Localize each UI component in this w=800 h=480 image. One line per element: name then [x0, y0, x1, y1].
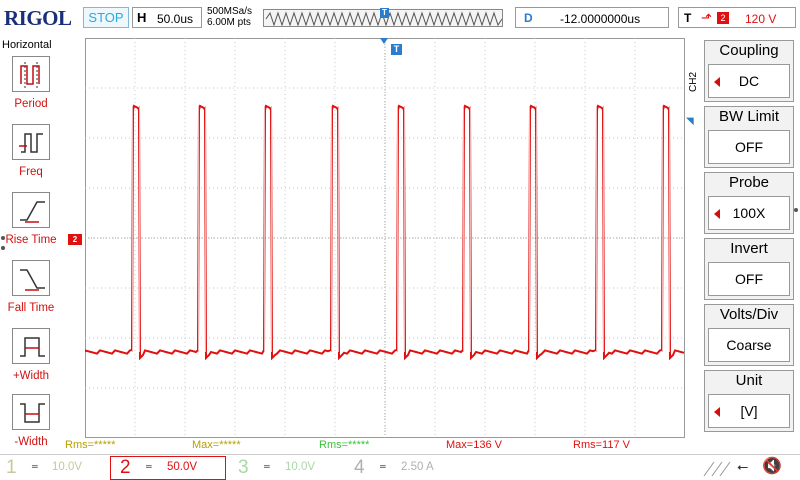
measure-frequency[interactable]: Freq: [0, 124, 62, 190]
trigger-label: T: [684, 11, 692, 25]
probe-softkey[interactable]: Probe 100X: [704, 172, 794, 234]
channel-1-number: 1: [6, 457, 17, 478]
rise-time-icon: [12, 192, 50, 228]
fall-time-icon: [12, 260, 50, 296]
dc-coupling-icon: ═: [380, 462, 386, 471]
memory-depth: 6.00M pts: [207, 17, 251, 28]
measurement-max-ch1: Max=*****: [192, 439, 241, 451]
coupling-softkey[interactable]: Coupling DC: [704, 40, 794, 102]
page-dot: [794, 208, 798, 212]
bw-limit-title: BW Limit: [719, 108, 779, 125]
select-arrow-icon: [714, 209, 720, 219]
usb-icon: ⭠: [737, 458, 749, 474]
channel-4-scale: 2.50 A: [401, 461, 434, 473]
measurement-rms-ch1: Rms=*****: [65, 439, 116, 451]
channel-2-status[interactable]: 2 ═ 50.0V: [120, 457, 224, 479]
volts-div-title: Volts/Div: [719, 306, 779, 323]
dc-coupling-icon: ═: [264, 462, 270, 471]
volts-div-softkey[interactable]: Volts/Div Coarse: [704, 304, 794, 366]
delay-box[interactable]: D -12.0000000us: [515, 7, 669, 28]
channel-1-status[interactable]: 1 ═ 10.0V: [6, 457, 106, 479]
brand-logo: RIGOL: [4, 6, 72, 30]
measurement-rms-ch2: Rms=117 V: [573, 439, 630, 451]
positive-width-label: +Width: [12, 370, 50, 382]
run-stop-indicator[interactable]: STOP: [83, 7, 129, 28]
measure-negative-width[interactable]: -Width: [0, 394, 62, 460]
volts-div-value: Coarse: [708, 328, 790, 362]
frequency-icon: [12, 124, 50, 160]
period-icon: [12, 56, 50, 92]
fall-time-label: Fall Time: [7, 302, 55, 314]
channel-4-number: 4: [354, 457, 365, 478]
unit-title: Unit: [735, 372, 763, 389]
timebase-value: 50.0us: [157, 12, 194, 26]
trigger-box[interactable]: T ⬏ 2 120 V: [678, 7, 796, 28]
ch2-offset-marker[interactable]: 2: [68, 234, 82, 245]
channel-2-scale: 50.0V: [167, 461, 198, 473]
page-dot: [1, 246, 5, 250]
bw-limit-value: OFF: [708, 130, 790, 164]
invert-value: OFF: [708, 262, 790, 296]
probe-value: 100X: [708, 196, 790, 230]
channel-tag: CH2: [688, 71, 699, 92]
menu-title: Horizontal: [2, 39, 52, 51]
memory-trigger-marker: T: [380, 8, 389, 18]
dc-coupling-icon: ═: [32, 462, 38, 471]
measure-positive-width[interactable]: +Width: [0, 328, 62, 394]
channel-4-status[interactable]: 4 ═ 2.50 A: [354, 457, 454, 479]
negative-width-icon: [12, 394, 50, 430]
positive-width-icon: [12, 328, 50, 364]
measure-fall-time[interactable]: Fall Time: [0, 260, 62, 326]
trigger-position-marker: T: [391, 44, 402, 55]
period-label: Period: [14, 98, 48, 110]
select-arrow-icon: [714, 407, 720, 417]
channel-status-bar: 1 ═ 10.0V 2 ═ 50.0V 3 ═ 10.0V 4 ═ 2.50 A: [0, 454, 800, 480]
frequency-label: Freq: [19, 166, 43, 178]
trigger-level-pointer: ◥: [686, 116, 694, 127]
top-status-bar: RIGOL STOP H 50.0us 500MSa/s 6.00M pts T…: [0, 0, 800, 36]
delay-label: D: [524, 11, 533, 25]
graticule: [85, 38, 685, 438]
menu-page-indicator: [0, 236, 6, 262]
coupling-value: DC: [708, 64, 790, 98]
coupling-title: Coupling: [719, 42, 779, 59]
delay-value: -12.0000000us: [560, 12, 641, 26]
trigger-source: 2: [717, 12, 729, 24]
unit-value: [V]: [708, 394, 790, 428]
dc-coupling-icon: ═: [146, 462, 152, 471]
coupling-value-text: DC: [738, 73, 760, 89]
falling-edge-icon: ⬏: [701, 10, 712, 25]
negative-width-label: -Width: [14, 436, 48, 448]
trigger-level: 120 V: [745, 12, 777, 26]
unit-value-text: [V]: [740, 403, 758, 419]
rise-time-label: Rise Time: [5, 234, 57, 246]
page-dot: [1, 236, 5, 240]
channel-3-scale: 10.0V: [285, 461, 316, 473]
measurement-max-ch2: Max=136 V: [446, 439, 502, 451]
waveform-display[interactable]: [85, 38, 685, 438]
unit-softkey[interactable]: Unit [V]: [704, 370, 794, 432]
horizontal-label: H: [137, 10, 147, 25]
invert-softkey[interactable]: Invert OFF: [704, 238, 794, 300]
channel-3-number: 3: [238, 457, 249, 478]
trigger-position-arrow: [380, 38, 388, 44]
measure-period[interactable]: Period: [0, 56, 62, 122]
invert-title: Invert: [730, 240, 768, 257]
probe-value-text: 100X: [732, 205, 766, 221]
channel-1-scale: 10.0V: [52, 461, 83, 473]
sample-rate: 500MSa/s: [207, 6, 253, 17]
probe-title: Probe: [728, 174, 770, 191]
status-hatch-decoration: [703, 461, 731, 477]
bw-limit-softkey[interactable]: BW Limit OFF: [704, 106, 794, 168]
horizontal-measure-menu: Horizontal Period Freq Rise Time Fall Ti…: [0, 38, 62, 450]
speaker-muted-icon[interactable]: 🔇: [762, 456, 782, 476]
timebase-box[interactable]: H 50.0us: [132, 7, 202, 28]
channel-2-number: 2: [120, 457, 131, 478]
acquisition-info: 500MSa/s 6.00M pts: [207, 6, 252, 28]
channel-3-status[interactable]: 3 ═ 10.0V: [238, 457, 338, 479]
select-arrow-icon: [714, 77, 720, 87]
measure-rise-time[interactable]: Rise Time: [0, 192, 62, 258]
measurement-rms-ch3: Rms=*****: [319, 439, 370, 451]
